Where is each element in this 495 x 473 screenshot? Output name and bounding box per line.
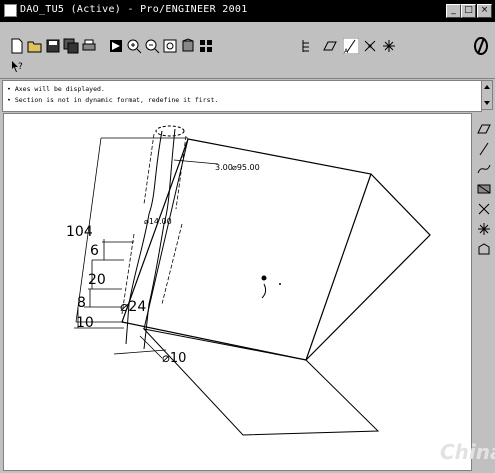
message-text-2: Section is not in dynamic format, redefi… <box>14 96 219 104</box>
context-help-icon[interactable]: ? <box>9 59 25 75</box>
close-button[interactable]: × <box>477 4 492 18</box>
save-icon[interactable] <box>45 38 61 54</box>
orient-icon[interactable] <box>180 38 196 54</box>
message-scrollbar[interactable] <box>481 80 493 110</box>
dia-10-text: ⌀10 <box>162 351 186 366</box>
proe-window: DAO_TU5 (Active) - Pro/ENGINEER 2001 _ □… <box>0 0 495 473</box>
cube-bottom-face <box>142 328 380 436</box>
dia-24-text: ⌀24 <box>120 299 146 315</box>
dim-8-line <box>84 289 122 308</box>
datum-axes-icon[interactable]: A <box>343 38 359 54</box>
app-icon[interactable] <box>4 4 17 17</box>
open-folder-icon[interactable] <box>27 38 43 54</box>
repaint-icon[interactable] <box>108 38 124 54</box>
watermark: China <box>440 440 495 464</box>
saved-views-icon[interactable] <box>198 38 214 54</box>
model-drawing: 104 6 20 8 10 ⌀24 ⌀10 ⌀14.00 3.00 ⌀95.00 <box>66 125 431 436</box>
shaft-top-ellipse <box>155 125 185 137</box>
title-bar: DAO_TU5 (Active) - Pro/ENGINEER 2001 _ □… <box>0 0 495 22</box>
window-title: DAO_TU5 (Active) - Pro/ENGINEER 2001 <box>20 4 248 15</box>
dim-dia10-line <box>113 335 167 359</box>
dim-8-text: 8 <box>77 295 86 311</box>
dim-104-text: 104 <box>66 224 93 240</box>
point-tool-icon[interactable] <box>476 201 492 217</box>
center-point <box>261 275 267 281</box>
dia-top-prefix-text: 3.00 <box>215 163 233 172</box>
message-line-1: • Axes will be displayed. <box>7 85 105 93</box>
center-mark <box>261 283 267 299</box>
dim-top-line <box>173 159 219 165</box>
csys-tool-icon[interactable] <box>476 221 492 237</box>
graphics-window[interactable]: 104 6 20 8 10 ⌀24 ⌀10 ⌀14.00 3.00 ⌀95.00 <box>3 113 472 471</box>
dia-small-text: ⌀14.00 <box>144 217 172 226</box>
dim-10-text: 10 <box>76 315 94 331</box>
refit-icon[interactable] <box>162 38 178 54</box>
maximize-button[interactable]: □ <box>461 4 476 18</box>
curve-tool-icon[interactable] <box>476 161 492 177</box>
axis-tool-icon[interactable] <box>476 141 492 157</box>
dim-6-text: 6 <box>90 243 99 259</box>
datum-planes-icon[interactable] <box>322 38 338 54</box>
save-copy-icon[interactable] <box>63 38 79 54</box>
svg-text:?: ? <box>18 62 23 72</box>
right-toolbar <box>474 113 494 273</box>
proe-logo-icon <box>474 37 488 55</box>
sketch-plane-icon[interactable] <box>476 121 492 137</box>
scroll-arrows-icon <box>484 85 490 105</box>
toolbar: A ? <box>0 22 495 79</box>
cube-outline <box>121 138 431 361</box>
csys-point <box>279 283 281 285</box>
zoom-out-icon[interactable] <box>144 38 160 54</box>
analysis-tool-icon[interactable] <box>476 241 492 257</box>
coord-sys-icon[interactable] <box>381 38 397 54</box>
new-file-icon[interactable] <box>9 38 25 54</box>
message-line-2: • Section is not in dynamic format, rede… <box>7 96 219 104</box>
dia-top-text: ⌀95.00 <box>232 163 260 172</box>
message-text-1: Axes will be displayed. <box>14 85 105 93</box>
datum-points-icon[interactable] <box>362 38 378 54</box>
message-area: • Axes will be displayed. • Section is n… <box>2 80 482 112</box>
print-icon[interactable] <box>81 38 97 54</box>
shaft-profile <box>125 128 176 350</box>
surface-tool-icon[interactable] <box>476 181 492 197</box>
cube-edge <box>305 173 372 361</box>
zoom-in-icon[interactable] <box>126 38 142 54</box>
dim-20-text: 20 <box>88 272 106 288</box>
model-tree-icon[interactable] <box>300 38 316 54</box>
minimize-button[interactable]: _ <box>446 4 461 18</box>
